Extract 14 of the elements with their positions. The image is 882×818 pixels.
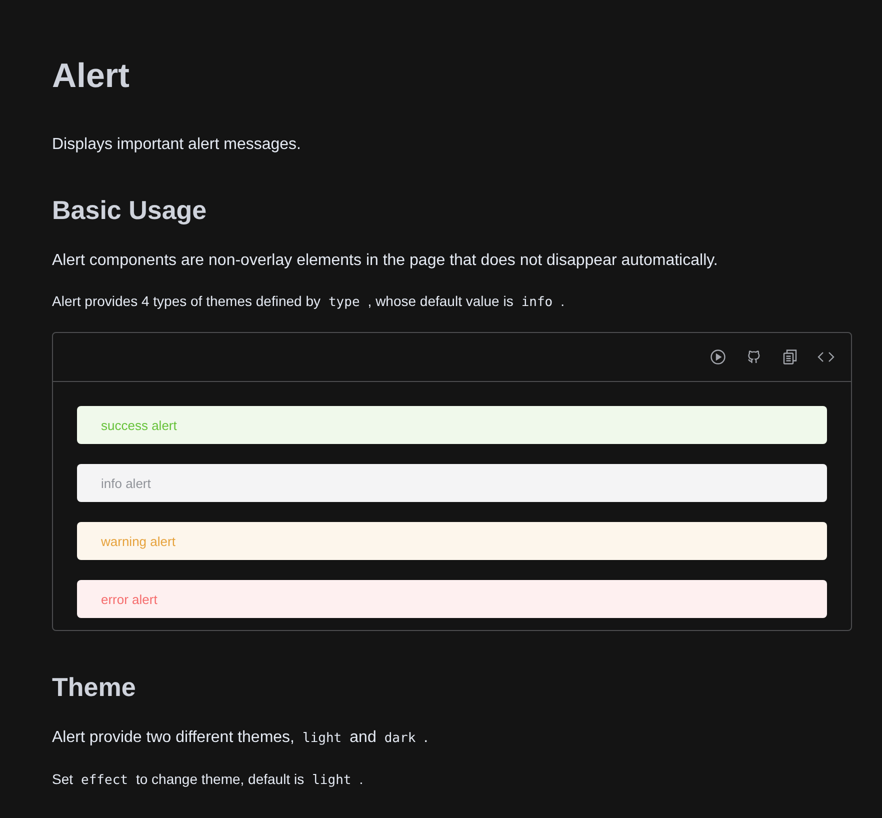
section-heading: Basic Usage xyxy=(52,194,208,227)
paragraph: Alert provides 4 types of themes defined by type , whose default value is info . xyxy=(52,292,566,312)
run-icon[interactable] xyxy=(709,348,727,366)
alert: warning alert xyxy=(77,522,827,560)
copy-icon[interactable] xyxy=(781,348,799,366)
page-description: Displays important alert messages. xyxy=(52,135,302,155)
paragraph: Set effect to change theme, default is light . xyxy=(52,770,364,790)
paragraph: Alert components are non-overlay elements in the page that does not disappear automatically. xyxy=(52,251,719,271)
alert: success alert xyxy=(77,406,827,444)
section-heading: Theme xyxy=(52,671,137,704)
paragraph: Alert provide two different themes, light and dark . xyxy=(52,728,430,748)
alert: info alert xyxy=(77,464,827,502)
page-title: Alert xyxy=(52,56,130,97)
alert: error alert xyxy=(77,580,827,618)
